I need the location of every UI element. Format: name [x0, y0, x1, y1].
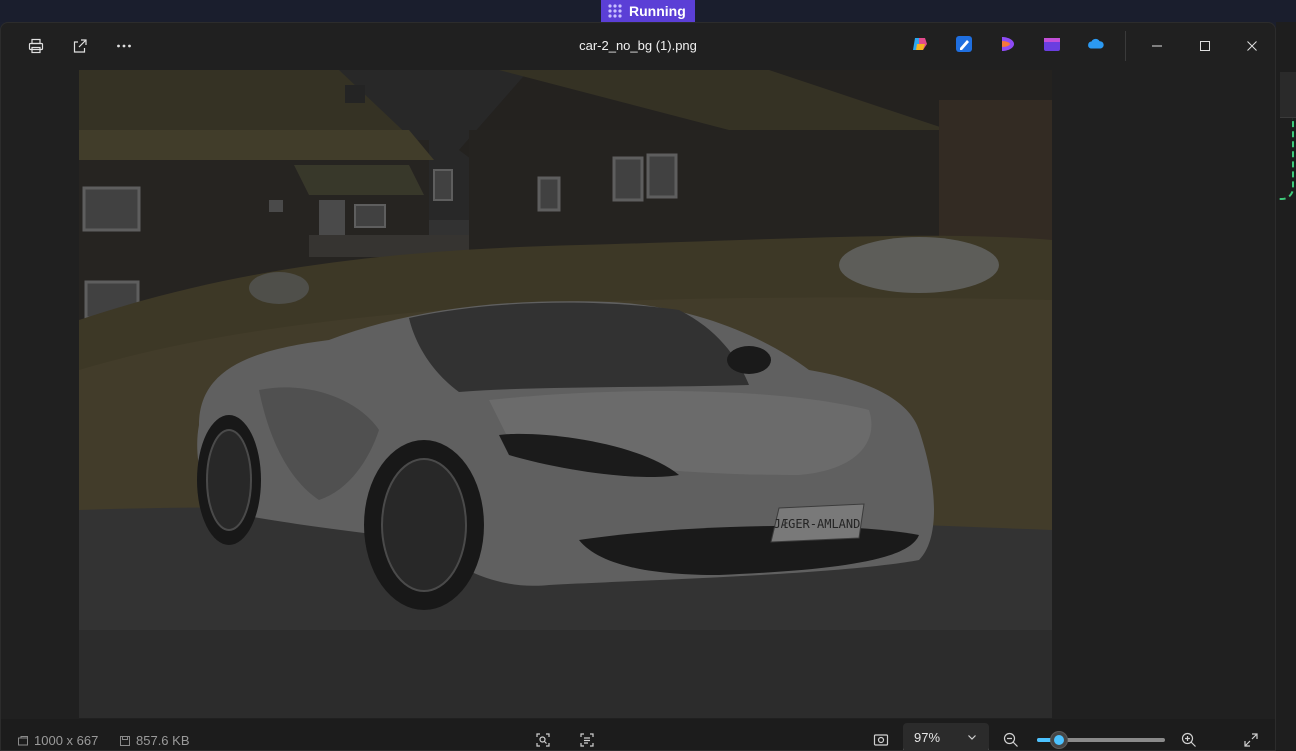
running-badge[interactable]: Running [601, 0, 695, 22]
text-scan-button[interactable] [576, 729, 598, 750]
minimize-icon [1152, 45, 1162, 47]
close-icon [1247, 41, 1257, 51]
dimensions-stat: 1000 x 667 [17, 733, 98, 748]
zoom-slider-thumb[interactable] [1049, 731, 1068, 749]
file-size: 857.6 KB [136, 733, 190, 748]
video-editor-button[interactable] [1043, 35, 1063, 55]
copilot-button[interactable] [911, 35, 931, 55]
image-canvas[interactable]: JÆGER-AMLAND [1, 69, 1275, 719]
zoom-dropdown[interactable]: 97% [903, 723, 989, 750]
toolbar-divider [1125, 31, 1126, 61]
car-photo: JÆGER-AMLAND [79, 70, 1052, 718]
zoom-level: 97% [914, 729, 941, 745]
save-disk-icon [120, 735, 130, 746]
photos-window: car-2_no_bg (1).png JÆGER-AMLAND 1000 x … [0, 22, 1276, 751]
actual-size-button[interactable] [870, 729, 892, 750]
designer-button[interactable] [955, 35, 975, 55]
visual-search-button[interactable] [532, 729, 554, 750]
fullscreen-button[interactable] [1240, 729, 1262, 750]
running-label: Running [629, 3, 686, 19]
designer-icon [956, 36, 972, 52]
image-dimensions: 1000 x 667 [34, 733, 99, 748]
zoom-slider[interactable] [1037, 731, 1165, 749]
minimize-button[interactable] [1144, 33, 1170, 59]
video-editor-icon [1044, 38, 1060, 51]
zoom-in-button[interactable] [1178, 729, 1200, 750]
expand-icon [1244, 733, 1258, 747]
onedrive-icon [1088, 38, 1104, 49]
zoom-out-button[interactable] [1000, 729, 1022, 750]
window-title: car-2_no_bg (1).png [579, 38, 697, 53]
zoom-in-icon [1181, 732, 1196, 747]
background-window-edge [1266, 22, 1296, 751]
title-bar: car-2_no_bg (1).png [1, 23, 1275, 69]
onedrive-button[interactable] [1087, 35, 1107, 55]
status-bar: 1000 x 667 857.6 KB 97% [1, 719, 1275, 750]
clipchamp-icon [1002, 37, 1014, 51]
visual-search-icon [536, 733, 550, 747]
running-grid-icon [608, 4, 622, 18]
text-scan-icon [580, 733, 594, 747]
zoom-out-icon [1003, 732, 1018, 747]
close-button[interactable] [1239, 33, 1265, 59]
dimensions-icon [18, 735, 28, 745]
filesize-stat: 857.6 KB [119, 733, 190, 748]
maximize-button[interactable] [1192, 33, 1218, 59]
maximize-icon [1200, 41, 1210, 51]
chevron-down-icon [968, 735, 976, 740]
photo-preview[interactable]: JÆGER-AMLAND [79, 70, 1052, 718]
copilot-icon [913, 38, 927, 50]
actual-size-icon [873, 734, 889, 746]
clipchamp-button[interactable] [999, 35, 1019, 55]
